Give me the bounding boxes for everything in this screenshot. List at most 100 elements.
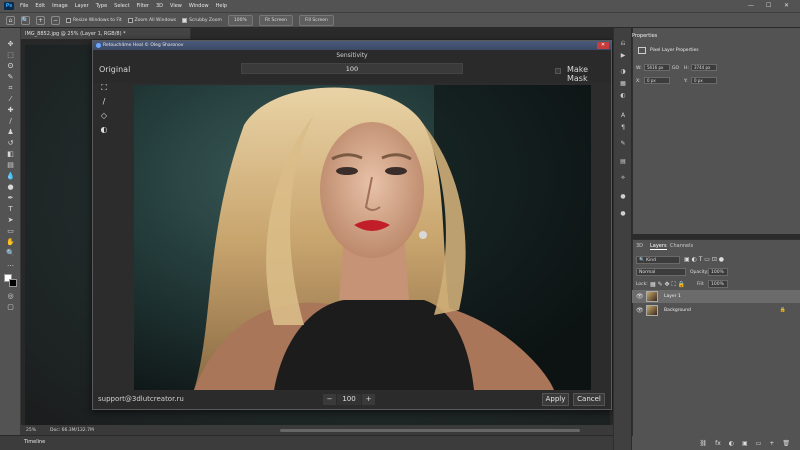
close-icon[interactable]: ✕ xyxy=(784,2,789,9)
properties-tab[interactable]: Properties xyxy=(632,33,657,39)
layer-kind-filter[interactable]: 🔍 Kind xyxy=(636,256,680,264)
timeline-tab[interactable]: Timeline xyxy=(24,439,45,445)
decrease-button[interactable]: − xyxy=(323,394,336,405)
width-field[interactable]: 5616 px xyxy=(644,64,670,71)
apply-button[interactable]: Apply xyxy=(542,393,569,406)
history-brush-tool-icon[interactable]: ↺ xyxy=(5,139,16,148)
cancel-button[interactable]: Cancel xyxy=(573,393,605,406)
minimize-icon[interactable]: — xyxy=(748,2,754,9)
adjustment-layer-icon[interactable]: ◐ xyxy=(729,440,734,447)
support-email[interactable]: support@3dlutcreator.ru xyxy=(98,395,184,403)
shape-tool-icon[interactable]: ▭ xyxy=(5,227,16,236)
layer-mask-icon[interactable]: ▣ xyxy=(742,440,748,447)
tab-layers[interactable]: Layers xyxy=(650,243,667,250)
layer-style-icon[interactable]: fx xyxy=(715,440,721,447)
document-tab[interactable]: IMG_8852.jpg @ 25% (Layer 1, RGB/8) * xyxy=(21,28,191,39)
zoom-in-icon[interactable]: + xyxy=(36,15,45,25)
screen-mode-icon[interactable]: ▢ xyxy=(5,303,16,312)
dodge-tool-icon[interactable]: ● xyxy=(5,183,16,192)
close-icon[interactable]: ✕ xyxy=(597,42,609,49)
layer-row-layer-1[interactable]: 👁 Layer 1 xyxy=(632,290,800,303)
plugin-title-bar[interactable]: Retouch4me Heal © Oleg Sharonov ✕ xyxy=(93,41,611,50)
new-group-icon[interactable]: ▭ xyxy=(756,440,762,447)
plugin-orange-icon-2[interactable]: ● xyxy=(618,210,628,218)
healing-brush-tool-icon[interactable]: ✚ xyxy=(5,106,16,115)
menu-select[interactable]: Select xyxy=(114,3,129,9)
eraser-icon[interactable]: ◇ xyxy=(99,111,109,121)
history-icon[interactable]: ⎌ xyxy=(618,40,628,48)
quick-select-tool-icon[interactable]: ✎ xyxy=(5,73,16,82)
trash-icon[interactable]: 🗑 xyxy=(782,440,790,447)
fit-view-icon[interactable]: ⛶ xyxy=(99,83,109,93)
brushes-icon[interactable]: ✎ xyxy=(618,140,628,148)
lock-icons[interactable]: ▦ ✎ ✥ ⛶ 🔒 xyxy=(650,281,685,289)
zoom-tool-icon[interactable]: 🔍 xyxy=(5,249,16,258)
layer-row-background[interactable]: 👁 Background 🔒 xyxy=(632,304,800,317)
make-mask-label[interactable]: Make Mask xyxy=(567,65,611,83)
gradient-tool-icon[interactable]: ▤ xyxy=(5,161,16,170)
link-layers-icon[interactable]: ⛓ xyxy=(699,440,707,447)
visibility-eye-icon[interactable]: 👁 xyxy=(636,307,644,314)
increase-button[interactable]: + xyxy=(362,394,375,405)
eyedropper-tool-icon[interactable]: ⁄ xyxy=(5,95,16,104)
more-tools-icon[interactable]: … xyxy=(5,260,16,269)
menu-edit[interactable]: Edit xyxy=(35,3,45,9)
menu-view[interactable]: View xyxy=(170,3,182,9)
swatches-icon[interactable]: ▦ xyxy=(618,80,628,88)
menu-filter[interactable]: Filter xyxy=(137,3,149,9)
menu-window[interactable]: Window xyxy=(189,3,209,9)
paths-icon[interactable]: ⟡ xyxy=(618,174,628,182)
menu-file[interactable]: File xyxy=(20,3,28,9)
crop-tool-icon[interactable]: ⌗ xyxy=(5,84,16,93)
original-toggle[interactable]: Original xyxy=(99,65,130,74)
blend-mode-select[interactable]: Normal xyxy=(636,268,686,276)
sensitivity-slider[interactable]: 100 xyxy=(241,63,463,74)
quick-mask-icon[interactable]: ◎ xyxy=(5,292,16,301)
visibility-eye-icon[interactable]: 👁 xyxy=(636,293,644,300)
tab-3d[interactable]: 3D xyxy=(636,243,643,249)
zoom-all-windows-checkbox[interactable]: Zoom All Windows xyxy=(127,17,176,23)
marquee-tool-icon[interactable]: ⬚ xyxy=(5,51,16,60)
hand-tool-icon[interactable]: ✋ xyxy=(5,238,16,247)
pen-tool-icon[interactable]: ✒ xyxy=(5,194,16,203)
link-icon[interactable]: GO xyxy=(672,66,679,71)
eraser-tool-icon[interactable]: ◧ xyxy=(5,150,16,159)
brush-icon[interactable]: / xyxy=(99,97,109,107)
maximize-icon[interactable]: ☐ xyxy=(766,2,771,9)
zoom-100-button[interactable]: 100% xyxy=(227,14,253,26)
filter-icons[interactable]: ▣ ◐ T ▭ ⊡ ● xyxy=(684,256,724,263)
scrubby-zoom-checkbox[interactable]: Scrubby Zoom xyxy=(182,17,222,23)
new-layer-icon[interactable]: + xyxy=(769,440,774,447)
lasso-tool-icon[interactable]: ʘ xyxy=(5,62,16,71)
adjustments-icon[interactable]: ◐ xyxy=(618,92,628,100)
resize-windows-checkbox[interactable]: Resize Windows to Fit xyxy=(66,17,122,23)
photo-preview[interactable] xyxy=(134,85,591,390)
plugin-orange-icon[interactable]: ● xyxy=(618,193,628,201)
brush-tool-icon[interactable]: / xyxy=(5,117,16,126)
move-tool-icon[interactable]: ✥ xyxy=(5,40,16,49)
x-field[interactable]: 0 px xyxy=(644,77,670,84)
home-icon[interactable]: ⌂ xyxy=(6,15,15,25)
fit-screen-button[interactable]: Fit Screen xyxy=(258,14,293,26)
value-field[interactable]: 100 xyxy=(337,394,361,405)
zoom-readout[interactable]: 25% xyxy=(26,428,36,433)
libraries-icon[interactable]: ▤ xyxy=(618,158,628,166)
y-field[interactable]: 0 px xyxy=(691,77,717,84)
horizontal-scrollbar[interactable] xyxy=(280,429,580,432)
clone-stamp-tool-icon[interactable]: ♟ xyxy=(5,128,16,137)
blur-tool-icon[interactable]: 💧 xyxy=(5,172,16,181)
height-field[interactable]: 3744 px xyxy=(691,64,717,71)
type-tool-icon[interactable]: T xyxy=(5,205,16,214)
actions-icon[interactable]: ▶ xyxy=(618,52,628,60)
menu-help[interactable]: Help xyxy=(216,3,227,9)
color-icon[interactable]: ◑ xyxy=(618,68,628,76)
menu-3d[interactable]: 3D xyxy=(156,3,163,9)
zoom-tool-icon[interactable]: 🔍 xyxy=(21,15,30,25)
menu-image[interactable]: Image xyxy=(52,3,68,9)
contrast-icon[interactable]: ◐ xyxy=(99,125,109,135)
opacity-field[interactable]: 100% xyxy=(708,268,728,276)
fill-screen-button[interactable]: Fill Screen xyxy=(298,14,334,26)
menu-type[interactable]: Type xyxy=(96,3,107,9)
fill-field[interactable]: 100% xyxy=(708,280,728,288)
tab-channels[interactable]: Channels xyxy=(670,243,693,249)
